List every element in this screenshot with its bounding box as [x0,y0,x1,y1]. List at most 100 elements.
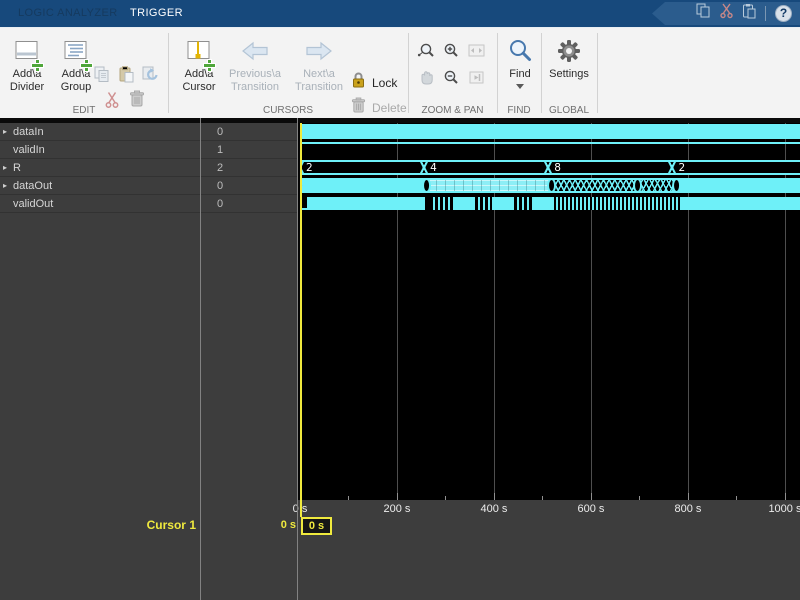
section-label-edit: EDIT [0,105,168,116]
section-label-cursors: CURSORS [168,105,408,116]
lock-label: Lock [372,76,397,90]
wave-segment-dense [552,197,682,210]
zoom-in-button[interactable] [441,43,461,63]
expand-arrow-icon[interactable]: ▸ [3,177,7,195]
pan-hand-icon [418,69,435,91]
qat-paste-icon[interactable] [742,3,756,24]
signal-value: 0 [217,177,277,195]
tab-trigger[interactable]: TRIGGER [118,0,195,27]
previous-transition-label2: Transition [231,81,279,94]
fit-to-view-icon [468,43,485,63]
zoom-in-x-button[interactable] [416,43,436,63]
bus-transition-icon [544,160,552,175]
paste-icon [118,66,134,88]
waveform-canvas[interactable]: 2 4 8 2 [300,123,800,500]
add-divider-button[interactable]: Add\a Divider [4,34,50,112]
previous-transition-icon [240,34,270,68]
add-divider-icon [15,34,39,68]
bus-transition-marker-icon [422,178,431,193]
pan-button[interactable] [416,70,436,90]
expand-arrow-icon[interactable]: ▸ [3,159,7,177]
tab-logic-analyzer[interactable]: LOGIC ANALYZER [6,0,130,27]
bus-segment: 2 [672,160,800,175]
qat-copy-icon[interactable] [696,3,711,24]
section-separator [497,33,498,113]
next-transition-button[interactable]: Next\a Transition [290,34,348,112]
previous-transition-button[interactable]: Previous\a Transition [224,34,286,112]
signal-waveform-row[interactable] [300,141,800,159]
qat-divider [765,6,766,21]
find-button[interactable]: Find [500,34,540,112]
next-transition-icon [304,34,334,68]
section-label-zoom-pan: ZOOM & PAN [408,105,497,116]
find-dropdown-icon [516,84,524,89]
bus-value-label: 2 [306,163,313,174]
signal-waveform-row[interactable]: 2 4 8 2 [300,159,800,177]
add-cursor-button[interactable]: Add\a Cursor [176,34,222,112]
lock-icon [351,71,366,94]
signal-value: 0 [217,123,277,141]
section-label-find: FIND [497,105,541,116]
settings-label: Settings [549,68,589,81]
add-cursor-icon [187,34,211,68]
qat-cut-icon[interactable] [720,3,733,24]
bus-segment: 8 [548,160,672,175]
next-transition-label: Next\a [303,68,335,81]
wave-segment-bus_fast [427,178,552,193]
next-transition-label2: Transition [295,81,343,94]
lock-button[interactable]: Lock [351,71,397,94]
help-icon[interactable]: ? [775,5,792,22]
bus-transition-marker-icon [633,178,642,193]
copy-button[interactable] [92,67,112,87]
section-separator [541,33,542,113]
quick-access-toolbar: ? [652,2,800,25]
cursor-1-name[interactable]: Cursor 1 [78,518,196,532]
copy-icon [94,66,110,88]
bus-segment: 4 [424,160,548,175]
section-separator [597,33,598,113]
find-label: Find [509,68,530,81]
bus-segment: 2 [300,160,424,175]
wave-segment-bus_solid [300,124,800,139]
signal-value: 0 [217,195,277,213]
paste-button[interactable] [116,67,136,87]
add-group-icon [64,34,88,68]
signal-value: 2 [217,159,277,177]
cursor-1-value: 0 s [230,519,296,531]
section-separator [168,33,169,113]
find-icon [507,34,533,68]
wave-segment-solid [492,197,512,210]
bus-value-label: 2 [678,163,685,174]
snap-to-cursor-icon [469,70,484,90]
signal-waveform-row[interactable] [300,177,800,195]
cursor-panel [0,500,800,600]
cursor-1-time-flag[interactable]: 0 s [301,517,332,535]
replace-button[interactable] [140,67,160,87]
tab-bar: LOGIC ANALYZER TRIGGER ? [0,0,800,27]
expand-arrow-icon[interactable]: ▸ [3,123,7,141]
settings-button[interactable]: Settings [544,34,594,112]
bus-value-label: 4 [430,163,437,174]
section-label-global: GLOBAL [541,105,597,116]
name-value-splitter[interactable] [200,118,201,600]
fit-to-view-button[interactable] [466,43,486,63]
wave-segment-stripes [512,197,532,210]
signal-waveform-row[interactable] [300,123,800,141]
snap-to-cursor-button[interactable] [466,70,486,90]
wave-segment-gap [425,197,433,210]
wave-segment-high [300,142,800,144]
cursor-1-line[interactable] [300,123,302,517]
section-separator [408,33,409,113]
zoom-in-x-icon [417,42,435,64]
signal-waveform-row[interactable] [300,195,800,213]
bus-value-label: 8 [554,163,561,174]
bus-transition-icon [420,160,428,175]
zoom-in-icon [442,42,460,64]
wave-segment-solid [307,197,425,210]
toolstrip: Add\a Divider Add\a Group EDIT [0,27,800,118]
zoom-out-button[interactable] [441,70,461,90]
value-wave-splitter[interactable] [297,118,298,600]
signal-values-column: 01200 [217,123,297,500]
wave-segment-solid [682,197,800,210]
logic-analyzer-window: LOGIC ANALYZER TRIGGER ? Add\a Divider [0,0,800,600]
